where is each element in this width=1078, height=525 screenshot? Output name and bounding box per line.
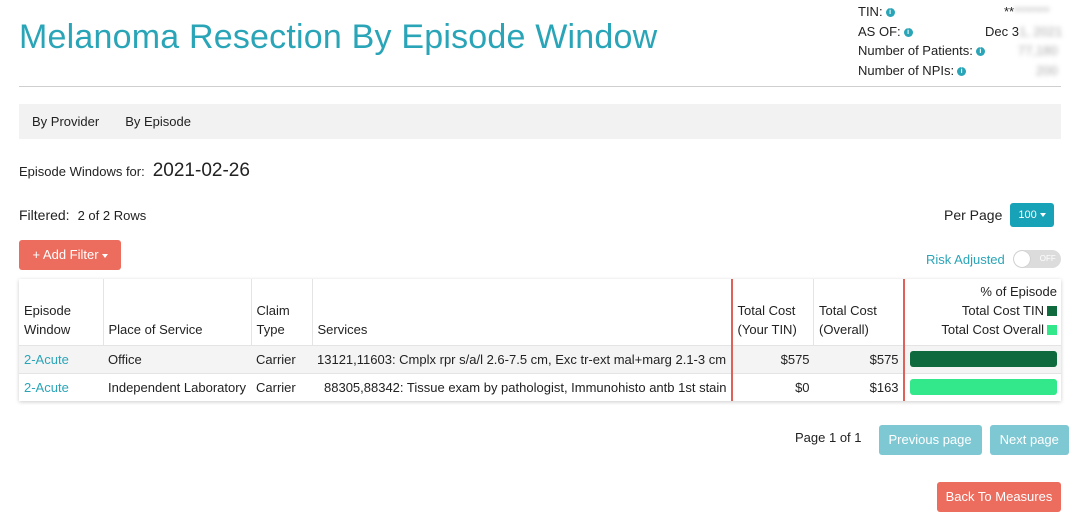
- col-claim-type-line2: Type: [256, 321, 285, 337]
- risk-adjusted-label[interactable]: Risk Adjusted: [926, 252, 1005, 267]
- episode-windows-label: Episode Windows for:: [19, 164, 145, 179]
- tab-by-provider[interactable]: By Provider: [19, 114, 112, 129]
- tab-by-episode[interactable]: By Episode: [112, 114, 204, 129]
- cell-pct-episode: [902, 344, 1061, 373]
- page-title: Melanoma Resection By Episode Window: [19, 18, 658, 56]
- caret-down-icon: [1039, 213, 1046, 218]
- col-episode-window-line1: Episode: [24, 302, 71, 318]
- cell-pct-episode: [902, 372, 1061, 401]
- legend-overall-swatch: [1047, 325, 1057, 336]
- per-page-dropdown[interactable]: 100: [1010, 203, 1054, 227]
- filtered-status: Filtered: 2 of 2 Rows: [19, 207, 146, 223]
- tin-label: TIN:: [858, 4, 883, 19]
- info-icon[interactable]: i: [885, 8, 895, 18]
- per-page-label: Per Page: [944, 207, 1003, 223]
- episode-window-link[interactable]: 2-Acute: [24, 352, 69, 367]
- per-page-value: 100: [1018, 209, 1037, 221]
- meta-patients: Number of Patients: i 77,180: [858, 41, 1078, 61]
- cell-episode-window: 2-Acute: [19, 344, 103, 373]
- cell-claim-type: Carrier: [251, 372, 312, 401]
- cell-place-of-service: Office: [103, 344, 251, 373]
- header-divider: [19, 86, 1061, 87]
- pagination: Page 1 of 1 Previous page Next page: [795, 425, 1069, 455]
- npis-label: Number of NPIs:: [858, 62, 955, 78]
- filtered-value: 2 of 2 Rows: [77, 208, 147, 223]
- tin-value-redacted: *******: [1014, 4, 1050, 19]
- patients-label: Number of Patients:: [858, 43, 973, 58]
- episode-window-link[interactable]: 2-Acute: [24, 380, 69, 395]
- caret-down-icon: [101, 253, 108, 258]
- col-claim-type[interactable]: Claim Type: [250, 279, 312, 345]
- table-row: 2-Acute Independent Laboratory Carrier 8…: [19, 372, 1061, 401]
- asof-label: AS OF:: [858, 23, 901, 39]
- episode-windows-header: Episode Windows for: 2021-02-26: [19, 160, 250, 182]
- cell-total-cost-overall: $575: [813, 344, 904, 373]
- legend-tin-swatch: [1047, 306, 1057, 317]
- cell-episode-window: 2-Acute: [19, 372, 103, 401]
- back-to-measures-button[interactable]: Back To Measures: [937, 482, 1061, 512]
- episode-windows-date: 2021-02-26: [152, 160, 250, 181]
- col-total-cost-tin-line2: (Your TIN): [737, 321, 797, 337]
- tin-value-visible: **: [1004, 4, 1015, 19]
- asof-value: Dec 31, 2021: [985, 22, 1062, 42]
- meta-asof: AS OF: i Dec 31, 2021: [858, 22, 1078, 42]
- add-filter-label: + Add Filter: [32, 247, 99, 262]
- npis-value: 200: [1036, 62, 1058, 78]
- col-services[interactable]: Services: [311, 279, 732, 345]
- table-row: 2-Acute Office Carrier 13121,11603: Cmpl…: [19, 344, 1061, 373]
- cell-services: 13121,11603: Cmplx rpr s/a/l 2.6-7.5 cm,…: [312, 344, 732, 373]
- info-icon[interactable]: i: [957, 66, 967, 76]
- cell-total-cost-overall: $163: [813, 372, 904, 401]
- col-total-cost-overall-line2: (Overall): [819, 321, 869, 337]
- filtered-label: Filtered:: [19, 207, 70, 223]
- col-total-cost-tin-line1: Total Cost: [737, 302, 796, 318]
- pct-overall-bar: [909, 379, 1057, 396]
- pct-tin-bar: [909, 351, 1057, 367]
- cell-claim-type: Carrier: [251, 344, 312, 373]
- col-pct-episode[interactable]: % of Episode Total Cost TIN Total Cost O…: [902, 279, 1061, 345]
- col-total-cost-overall-line1: Total Cost: [819, 302, 877, 318]
- page-indicator: Page 1 of 1: [795, 430, 862, 445]
- next-page-button[interactable]: Next page: [989, 425, 1069, 455]
- patients-value: 77,180: [1018, 43, 1058, 58]
- col-total-cost-tin[interactable]: Total Cost (Your TIN): [730, 279, 814, 345]
- summary-meta: TIN: i ********* AS OF: i Dec 31, 2021 Num…: [858, 2, 1078, 80]
- previous-page-button[interactable]: Previous page: [878, 425, 982, 455]
- toggle-knob: [1013, 251, 1030, 267]
- toggle-state: OFF: [1039, 254, 1056, 263]
- add-filter-button[interactable]: + Add Filter: [19, 240, 121, 270]
- col-episode-window[interactable]: Episode Window: [19, 279, 103, 345]
- col-claim-type-line1: Claim: [256, 302, 290, 318]
- risk-adjusted-toggle[interactable]: OFF: [1012, 250, 1061, 268]
- col-place-of-service[interactable]: Place of Service: [102, 279, 251, 345]
- meta-npis: Number of NPIs: i 200: [858, 61, 1078, 81]
- cell-place-of-service: Independent Laboratory: [103, 372, 251, 401]
- cell-total-cost-tin: $0: [730, 372, 814, 401]
- table-header-row: Episode Window Place of Service Claim Type…: [19, 279, 1061, 345]
- cell-total-cost-tin: $575: [730, 344, 814, 373]
- col-total-cost-overall[interactable]: Total Cost (Overall): [813, 279, 904, 345]
- tin-value: *********: [1004, 2, 1050, 22]
- pct-episode-label: % of Episode: [980, 283, 1057, 299]
- per-page-control: Per Page 100: [944, 203, 1054, 227]
- episode-table: Episode Window Place of Service Claim Type…: [19, 279, 1061, 401]
- legend-overall-label: Total Cost Overall: [941, 321, 1044, 337]
- cell-services: 88305,88342: Tissue exam by pathologist,…: [312, 372, 732, 401]
- info-icon[interactable]: i: [975, 47, 985, 57]
- view-tabs: By Provider By Episode: [19, 104, 1061, 139]
- risk-adjusted-control: Risk Adjusted OFF: [926, 250, 1061, 268]
- meta-tin: TIN: i *********: [858, 2, 1078, 22]
- asof-value-redacted: 1, 2021: [1018, 23, 1063, 39]
- asof-value-visible: Dec 3: [985, 23, 1019, 39]
- legend-tin-label: Total Cost TIN: [961, 302, 1044, 318]
- col-episode-window-line2: Window: [24, 321, 71, 337]
- info-icon[interactable]: i: [903, 27, 913, 37]
